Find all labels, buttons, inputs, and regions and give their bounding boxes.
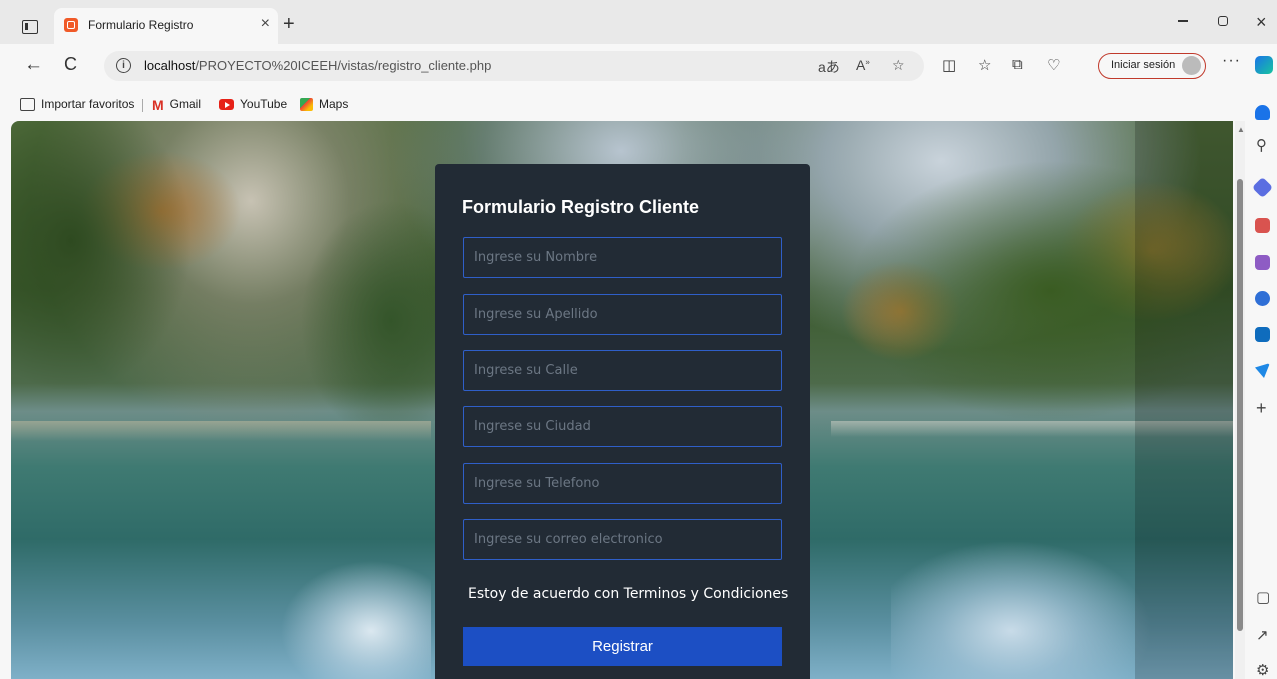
tab-title: Formulario Registro [88, 18, 194, 32]
split-screen-icon[interactable]: ◫ [942, 56, 956, 74]
form-title: Formulario Registro Cliente [462, 197, 700, 217]
registrar-button[interactable]: Registrar [463, 627, 782, 666]
browser-essentials-icon[interactable]: ♡ [1047, 56, 1060, 74]
favorite-youtube[interactable]: YouTube [219, 97, 287, 111]
tab-actions-icon[interactable] [22, 20, 38, 34]
reload-button[interactable]: C [64, 54, 77, 75]
youtube-icon [219, 99, 234, 111]
sign-in-label: Iniciar sesión [1111, 59, 1176, 71]
address-bar[interactable]: i localhost/PROYECTO%20ICEEH/vistas/regi… [104, 51, 924, 81]
maps-icon [300, 98, 313, 112]
url-host: localhost [144, 58, 196, 73]
sidebar-settings-icon[interactable]: ⚙ [1256, 661, 1269, 679]
background-shade [1135, 121, 1233, 679]
tools-icon[interactable] [1255, 218, 1270, 233]
favorite-import[interactable]: Importar favoritos [20, 97, 135, 112]
add-sidebar-icon[interactable]: + [1256, 398, 1267, 419]
sign-in-button[interactable]: Iniciar sesión [1098, 53, 1206, 79]
favorite-label: YouTube [240, 97, 288, 111]
avatar-icon [1182, 56, 1201, 75]
email-input[interactable] [463, 519, 782, 560]
scroll-thumb[interactable] [1237, 179, 1243, 631]
outlook-icon[interactable] [1255, 327, 1270, 342]
favorite-maps[interactable]: Maps [300, 97, 349, 112]
page-scrollbar[interactable]: ▲ [1235, 121, 1245, 679]
gmail-icon: M [152, 97, 164, 113]
games-icon[interactable] [1255, 255, 1270, 270]
calle-input[interactable] [463, 350, 782, 391]
favorite-star-icon[interactable]: ☆ [892, 57, 905, 74]
ciudad-input[interactable] [463, 406, 782, 447]
browser-toolbar: ← C i localhost/PROYECTO%20ICEEH/vistas/… [0, 44, 1277, 88]
microsoft-365-icon[interactable] [1255, 291, 1270, 306]
drop-icon[interactable] [1255, 363, 1270, 378]
background-shore-left [11, 421, 431, 441]
favorite-label: Importar favoritos [41, 97, 135, 111]
notifications-icon[interactable] [1255, 105, 1270, 120]
background-reflection-left [251, 551, 431, 679]
back-button[interactable]: ← [24, 54, 43, 76]
background-forest-left [11, 121, 441, 421]
telefono-input[interactable] [463, 463, 782, 504]
new-tab-button[interactable]: + [283, 14, 295, 34]
open-external-icon[interactable]: ↗ [1256, 626, 1269, 644]
window-close-icon[interactable]: × [1256, 12, 1267, 33]
page-background: Formulario Registro Cliente Estoy de acu… [11, 121, 1233, 679]
favorite-label: Gmail [169, 97, 202, 112]
favorite-gmail[interactable]: M Gmail [152, 97, 201, 113]
edge-sidebar: ⚲ + ▢ ↗ ⚙ [1248, 88, 1277, 679]
search-icon[interactable]: ⚲ [1256, 136, 1267, 154]
terms-label[interactable]: Estoy de acuerdo con Terminos y Condicio… [468, 586, 788, 602]
minimize-icon[interactable] [1178, 20, 1188, 22]
collections-icon[interactable]: ⧉ [1012, 56, 1023, 73]
tab-close-icon[interactable]: × [261, 15, 270, 33]
translate-icon[interactable]: aあ [818, 57, 840, 77]
nombre-input[interactable] [463, 237, 782, 278]
favorites-icon[interactable]: ☆ [978, 56, 991, 74]
favorites-bar: Importar favoritos M Gmail YouTube Maps [0, 88, 1236, 121]
shopping-tag-icon[interactable] [1251, 176, 1274, 199]
apellido-input[interactable] [463, 294, 782, 335]
scroll-up-icon[interactable]: ▲ [1237, 125, 1245, 134]
copilot-icon[interactable] [1255, 56, 1273, 74]
background-reflection [891, 541, 1151, 679]
registration-form: Formulario Registro Cliente Estoy de acu… [435, 164, 810, 679]
hide-sidebar-icon[interactable]: ▢ [1256, 588, 1270, 606]
xampp-favicon-icon [64, 18, 78, 32]
url-text[interactable]: localhost/PROYECTO%20ICEEH/vistas/regist… [144, 58, 491, 73]
tab-formulario-registro[interactable]: Formulario Registro × [54, 8, 278, 44]
favorites-divider [142, 99, 143, 112]
restore-icon[interactable] [1218, 16, 1228, 26]
site-info-icon[interactable]: i [116, 58, 131, 73]
url-path: /PROYECTO%20ICEEH/vistas/registro_client… [195, 58, 492, 73]
more-options-button[interactable]: ··· [1222, 52, 1241, 70]
tab-strip: Formulario Registro × + × [0, 0, 1277, 44]
read-aloud-icon[interactable]: A» [856, 57, 870, 73]
import-icon [20, 98, 35, 112]
favorite-label: Maps [319, 97, 349, 111]
